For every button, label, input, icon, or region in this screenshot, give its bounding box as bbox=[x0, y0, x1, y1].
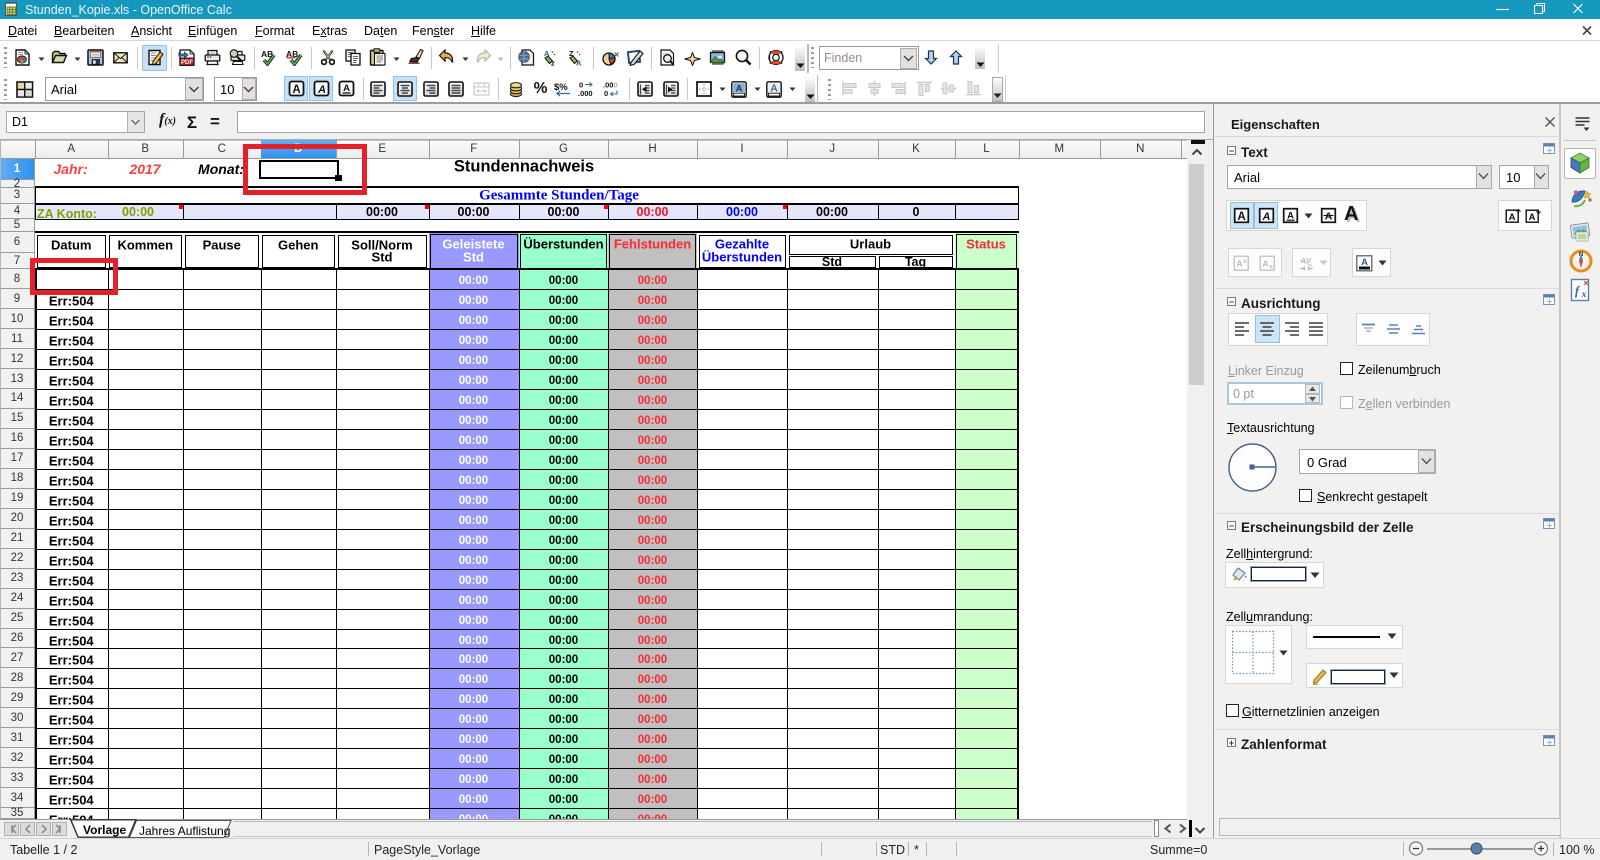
svg-text:z: z bbox=[551, 59, 555, 67]
svg-text:A: A bbox=[343, 83, 350, 94]
svg-text:A: A bbox=[770, 82, 778, 94]
svg-text:PDF: PDF bbox=[181, 60, 193, 66]
svg-text:$%: $% bbox=[554, 82, 568, 93]
svg-text:A: A bbox=[1324, 211, 1332, 223]
svg-text:A: A bbox=[1361, 257, 1368, 268]
svg-text:A: A bbox=[1261, 211, 1270, 223]
svg-text:A: A bbox=[317, 84, 326, 96]
svg-text:A: A bbox=[576, 59, 582, 67]
svg-text:A: A bbox=[1236, 258, 1242, 268]
svg-text:A: A bbox=[1509, 212, 1516, 223]
svg-text:0: 0 bbox=[604, 89, 608, 97]
svg-text:x: x bbox=[1581, 289, 1587, 299]
svg-text:A: A bbox=[1529, 212, 1536, 223]
svg-text:A: A bbox=[292, 84, 300, 96]
svg-text:0: 0 bbox=[614, 81, 618, 90]
svg-text:.000: .000 bbox=[578, 89, 593, 97]
svg-text:A: A bbox=[1237, 211, 1245, 223]
svg-text:A: A bbox=[1262, 258, 1268, 268]
